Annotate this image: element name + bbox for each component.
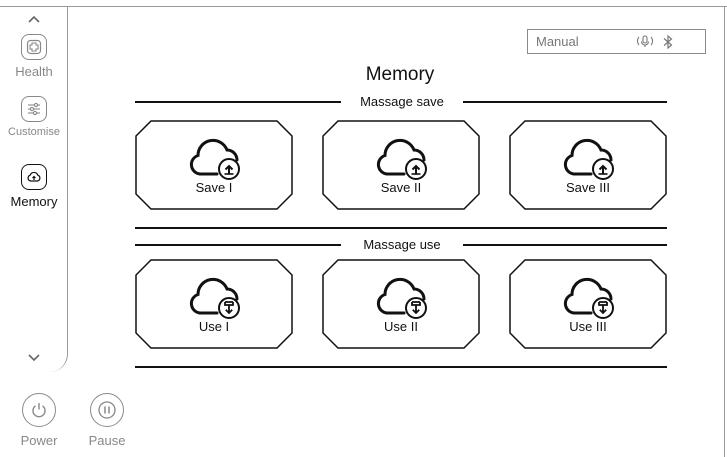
- use-slot-3-button[interactable]: Use III: [509, 259, 667, 349]
- sliders-icon: [21, 96, 47, 122]
- frame-top-border: [0, 6, 727, 7]
- sidebar-item-health[interactable]: Health: [0, 34, 68, 79]
- save-slot-2-button[interactable]: Save II: [322, 120, 480, 210]
- pause-icon: [90, 393, 124, 427]
- save-slot-label: Save II: [380, 180, 422, 195]
- sidebar-item-label: Memory: [10, 194, 58, 209]
- bluetooth-icon: [662, 34, 674, 50]
- use-slot-2-button[interactable]: Use II: [322, 259, 480, 349]
- sidebar-item-memory[interactable]: Memory: [0, 164, 68, 209]
- cloud-upload-icon: [559, 134, 619, 180]
- use-slot-label: Use I: [198, 319, 230, 334]
- cloud-upload-icon: [372, 134, 432, 180]
- status-bar: Manual: [527, 29, 706, 54]
- cloud-download-icon: [372, 273, 432, 319]
- save-slot-label: Save I: [195, 180, 233, 195]
- sidebar-item-label: Health: [15, 64, 53, 79]
- save-slot-3-button[interactable]: Save III: [509, 120, 667, 210]
- sidebar-item-label: Customise: [8, 126, 60, 138]
- save-slot-label: Save III: [565, 180, 611, 195]
- cloud-download-icon: [185, 273, 245, 319]
- power-button[interactable]: Power: [14, 393, 64, 448]
- voice-icon: [634, 34, 656, 50]
- frame-right-border: [724, 6, 725, 457]
- cloud-upload-icon: [185, 134, 245, 180]
- page-title: Memory: [365, 64, 435, 85]
- save-slot-1-button[interactable]: Save I: [135, 120, 293, 210]
- pause-button[interactable]: Pause: [82, 393, 132, 448]
- use-slot-label: Use III: [569, 319, 607, 334]
- section-label-use: Massage use: [341, 237, 463, 252]
- scroll-up-chevron-icon[interactable]: [24, 12, 44, 26]
- pause-label: Pause: [88, 433, 126, 448]
- use-slot-1-button[interactable]: Use I: [135, 259, 293, 349]
- scroll-down-chevron-icon[interactable]: [24, 351, 44, 365]
- section-label-save: Massage save: [341, 94, 463, 109]
- section-divider-top-use: [135, 227, 667, 229]
- section-divider-bottom: [135, 366, 667, 368]
- sidebar: Health Customise Memory: [0, 6, 68, 372]
- power-icon: [22, 393, 56, 427]
- cloud-upload-icon: [21, 164, 47, 190]
- sidebar-item-customise[interactable]: Customise: [0, 96, 68, 138]
- cloud-download-icon: [559, 273, 619, 319]
- power-label: Power: [20, 433, 58, 448]
- mode-label: Manual: [536, 34, 579, 49]
- use-slot-label: Use II: [384, 319, 418, 334]
- health-cross-icon: [21, 34, 47, 60]
